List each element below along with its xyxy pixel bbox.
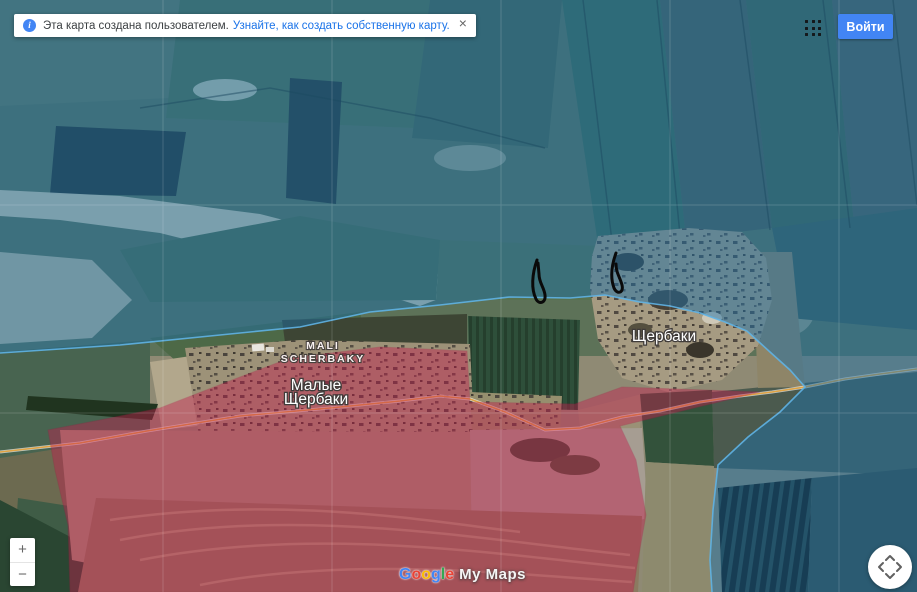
close-icon[interactable]: × — [459, 16, 467, 30]
sign-in-button[interactable]: Войти — [838, 14, 893, 39]
label-mali-scherbaky-line1: MALI — [306, 340, 340, 352]
create-own-map-link[interactable]: Узнайте, как создать собственную карту. — [233, 20, 450, 32]
zoom-out-button[interactable]: − — [10, 562, 35, 586]
banner-message: Эта карта создана пользователем. — [43, 20, 229, 32]
google-logo: Google — [399, 566, 454, 584]
my-maps-app: MALI SCHERBAKY Малые Щербаки Щербаки i Э… — [0, 0, 917, 592]
pan-control[interactable] — [868, 545, 912, 589]
user-map-banner: i Эта карта создана пользователем. Узнай… — [14, 14, 476, 37]
map-canvas[interactable]: MALI SCHERBAKY Малые Щербаки Щербаки — [0, 0, 917, 592]
label-mali-scherbaky-line2: SCHERBAKY — [281, 353, 366, 365]
google-my-maps-watermark[interactable]: Google My Maps — [399, 566, 526, 584]
info-icon: i — [23, 19, 36, 32]
label-shcherbaki: Щербаки — [632, 328, 696, 345]
zoom-control: + − — [10, 538, 35, 586]
zoom-in-button[interactable]: + — [10, 538, 35, 562]
google-apps-grid-icon[interactable] — [805, 20, 822, 37]
pan-arrows-icon — [868, 545, 912, 589]
label-malye-shcherbaki-line2: Щербаки — [284, 391, 348, 408]
my-maps-label: My Maps — [459, 566, 526, 583]
